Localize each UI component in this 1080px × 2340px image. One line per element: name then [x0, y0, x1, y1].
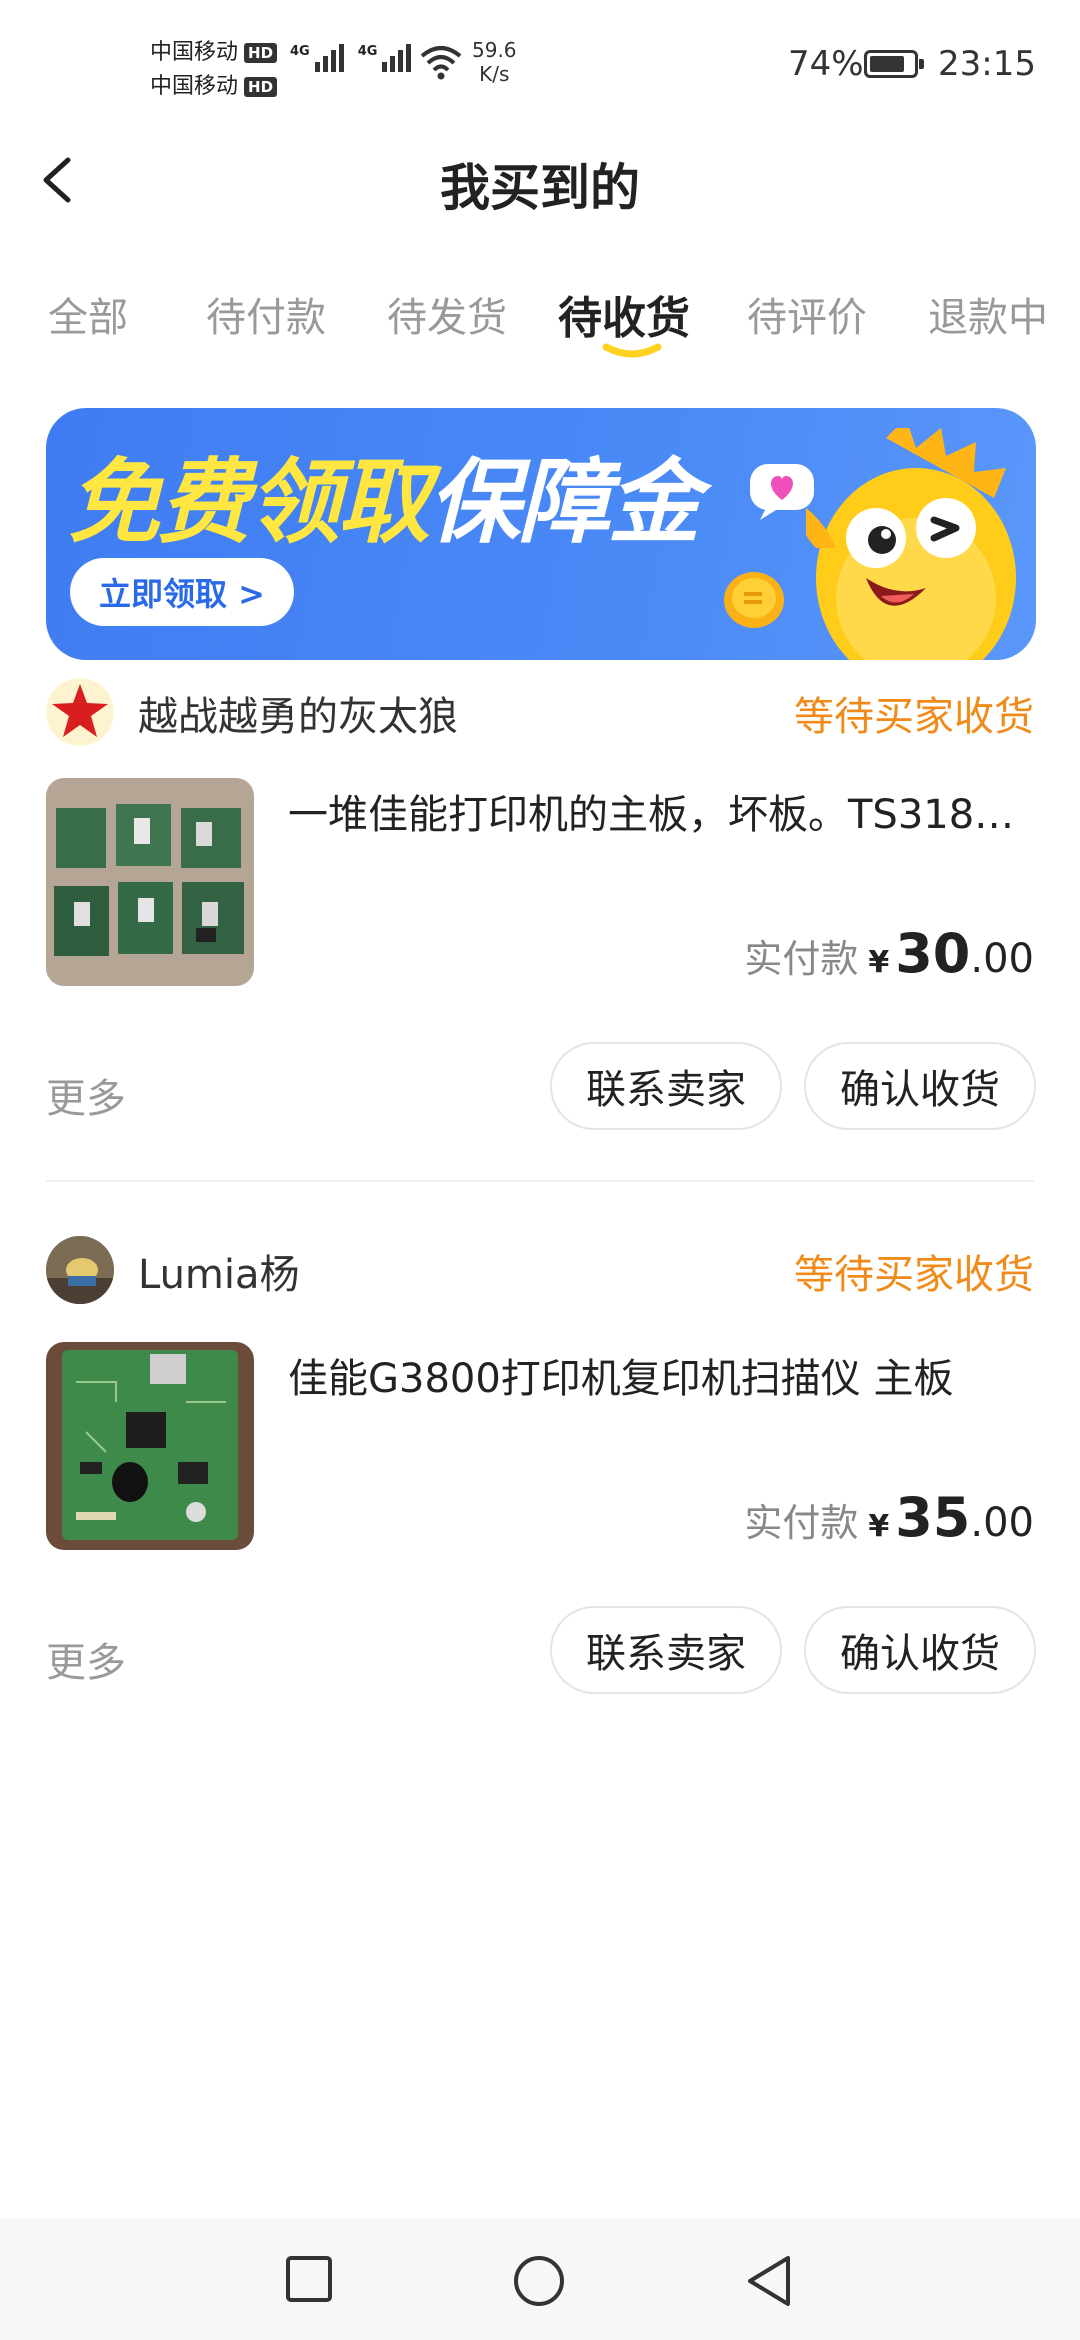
carrier-info: 中国移动 HD 中国移动 HD [150, 36, 278, 104]
product-image[interactable] [46, 778, 254, 986]
hd-badge: HD [244, 77, 278, 97]
price-decimal: .00 [970, 936, 1034, 982]
product-title[interactable]: 一堆佳能打印机的主板，坏板。TS3180 TS3380 TS3480 [288, 782, 1034, 840]
banner-title-rest: 保障金 [428, 449, 700, 556]
seller-name[interactable]: 越战越勇的灰太狼 [138, 684, 458, 742]
home-circle-icon[interactable] [512, 2254, 566, 2308]
confirm-receipt-button[interactable]: 确认收货 [804, 1606, 1036, 1694]
price-decimal: .00 [970, 1500, 1034, 1546]
price-label: 实付款 [744, 1501, 859, 1545]
more-button[interactable]: 更多 [46, 1630, 126, 1688]
header: 我买到的 [0, 130, 1080, 230]
hd-badge: HD [244, 43, 278, 63]
page: 中国移动 HD 中国移动 HD 4G 4G 59.6 K/s 74% 23:15… [0, 0, 1080, 2340]
avatar-photo [46, 1236, 114, 1304]
mascot-fish-icon [806, 428, 1016, 660]
price-row: 实付款 ¥ 35 .00 [744, 1486, 1034, 1549]
clock: 23:15 [938, 44, 1036, 84]
more-button[interactable]: 更多 [46, 1066, 126, 1124]
tab-refunding[interactable]: 退款中 [928, 285, 1048, 343]
coin-icon [724, 572, 784, 628]
system-nav-bar [0, 2218, 1080, 2340]
price-integer: 35 [895, 1486, 971, 1549]
seller-avatar[interactable] [46, 678, 114, 746]
recents-square-icon[interactable] [284, 2254, 334, 2304]
net-speed-value: 59.6 [472, 38, 517, 62]
wifi-icon [420, 46, 462, 80]
price-integer: 30 [895, 922, 971, 985]
tab-pending-receipt[interactable]: 待收货 [558, 282, 690, 346]
divider [46, 1180, 1034, 1182]
promo-banner[interactable]: 免费领取保障金 立即领取 > [46, 408, 1036, 660]
battery-percent: 74% [788, 44, 864, 84]
carrier-2: 中国移动 [150, 74, 239, 99]
currency-symbol: ¥ [868, 945, 890, 980]
signal-icon: 4G [290, 44, 344, 72]
tab-all[interactable]: 全部 [48, 285, 128, 343]
currency-symbol: ¥ [868, 1509, 890, 1544]
banner-title-highlight: 免费领取 [68, 449, 430, 556]
product-title[interactable]: 佳能G3800打印机复印机扫描仪 主板 [288, 1346, 1034, 1404]
back-triangle-icon[interactable] [744, 2254, 794, 2308]
circuit-board-photo [46, 1342, 254, 1550]
carrier-1: 中国移动 [150, 40, 239, 65]
net-speed: 59.6 K/s [472, 38, 517, 86]
contact-seller-button[interactable]: 联系卖家 [550, 1042, 782, 1130]
signal-icons: 4G 4G [290, 44, 412, 72]
circuit-boards-photo [46, 778, 254, 986]
claim-now-button[interactable]: 立即领取 > [70, 558, 294, 626]
tab-pending-payment[interactable]: 待付款 [206, 285, 326, 343]
order-tabs: 全部 待付款 待发货 待收货 待评价 退款中 [0, 285, 1080, 375]
confirm-receipt-button[interactable]: 确认收货 [804, 1042, 1036, 1130]
net-speed-unit: K/s [479, 62, 510, 86]
tab-pending-review[interactable]: 待评价 [747, 285, 867, 343]
product-image[interactable] [46, 1342, 254, 1550]
contact-seller-button[interactable]: 联系卖家 [550, 1606, 782, 1694]
red-star-icon [47, 679, 113, 745]
seller-avatar[interactable] [46, 1236, 114, 1304]
battery-icon [864, 50, 924, 78]
signal-icon: 4G [358, 44, 412, 72]
active-tab-indicator [602, 343, 662, 358]
page-title: 我买到的 [440, 159, 640, 217]
order-status: 等待买家收货 [794, 1252, 1034, 1298]
tab-pending-shipment[interactable]: 待发货 [387, 285, 507, 343]
status-bar: 中国移动 HD 中国移动 HD 4G 4G 59.6 K/s 74% 23:15 [0, 0, 1080, 130]
price-label: 实付款 [744, 937, 859, 981]
network-type: 4G [357, 44, 378, 59]
seller-name[interactable]: Lumia杨 [138, 1242, 300, 1300]
network-type: 4G [290, 44, 310, 59]
price-row: 实付款 ¥ 30 .00 [744, 922, 1034, 985]
order-status: 等待买家收货 [794, 694, 1034, 740]
banner-title: 免费领取保障金 [68, 428, 700, 561]
